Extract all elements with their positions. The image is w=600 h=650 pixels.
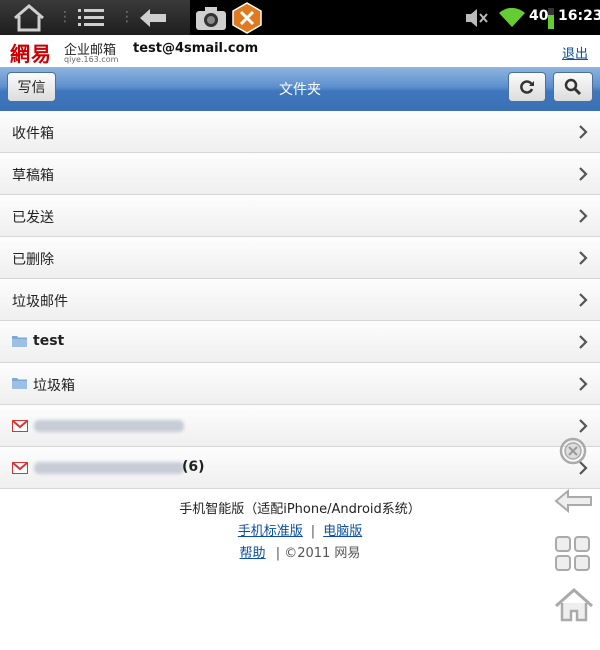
menu-list-icon[interactable] [74,3,108,33]
folder-icon [12,336,27,347]
folder-test[interactable]: test [0,321,600,363]
logout-link[interactable]: 退出 [562,43,588,62]
camera-icon [196,7,226,30]
mute-icon [466,9,488,27]
refresh-icon [520,80,534,94]
folder-label: 已发送 [12,210,54,226]
nav-separator: ⋮ [58,9,72,25]
app-header: 網易 企业邮箱 qiye.163.com test@4smail.com 退出 [0,35,600,67]
chevron-right-icon [579,125,588,139]
close-circle-icon[interactable] [553,434,593,468]
footer: 手机智能版（适配iPhone/Android系统） 手机标准版 | 电脑版 帮助 |… [0,500,600,566]
chevron-right-icon [579,419,588,433]
chevron-right-icon [579,251,588,265]
folder-drafts[interactable]: 草稿箱 [0,153,600,195]
system-nav-area: ⋮ ⋮ [0,0,190,35]
folder-trash[interactable]: 垃圾箱 [0,363,600,405]
folder-icon [12,378,27,389]
search-button[interactable] [553,72,593,102]
redacted-account-name [34,420,184,432]
nav-separator: ⋮ [120,9,134,25]
gmail-icon [12,462,28,474]
chevron-right-icon [579,167,588,181]
wifi-icon [499,7,525,27]
home-icon[interactable] [12,3,46,33]
home-icon[interactable] [553,586,595,624]
folder-label: test [33,333,65,349]
copyright: | ©2011 网易 [275,546,361,561]
title-toolbar: 写信 文件夹 [0,67,600,112]
unread-count: (6) [182,459,205,475]
logo-text: 網易 [10,42,52,66]
apps-grid-icon[interactable] [553,534,593,574]
divider: | [310,524,316,539]
help-row: 帮助 | ©2011 网易 [0,544,600,566]
external-account-1[interactable] [0,405,600,447]
clock: 16:23 [558,8,600,24]
chevron-right-icon [579,209,588,223]
account-email: test@4smail.com [133,41,259,56]
folder-deleted[interactable]: 已删除 [0,237,600,279]
folder-label: 垃圾箱 [33,378,75,394]
desktop-version-link[interactable]: 电脑版 [323,524,362,539]
folder-list: 收件箱 草稿箱 已发送 已删除 垃圾邮件 test 垃圾箱 (6) [0,111,600,489]
folder-spam[interactable]: 垃圾邮件 [0,279,600,321]
back-arrow-icon[interactable] [553,486,595,516]
gmail-icon [12,420,28,432]
help-link[interactable]: 帮助 [240,546,266,561]
version-text: 手机智能版（适配iPhone/Android系统） [179,502,421,517]
standard-version-link[interactable]: 手机标准版 [238,524,303,539]
folder-label: 草稿箱 [12,168,54,184]
folder-label: 收件箱 [12,126,54,142]
chevron-right-icon [579,377,588,391]
status-bar: ⋮ ⋮ 40 16:23 [0,0,600,35]
refresh-button[interactable] [508,72,546,102]
version-links: 手机标准版 | 电脑版 [0,522,600,544]
redacted-account-name [34,462,184,474]
folder-label: 垃圾邮件 [12,294,68,310]
back-arrow-icon[interactable] [136,3,170,33]
folder-inbox[interactable]: 收件箱 [0,111,600,153]
chevron-right-icon [579,293,588,307]
folder-sent[interactable]: 已发送 [0,195,600,237]
tools-icon [232,2,262,34]
logo-domain: qiye.163.com [64,55,119,64]
folder-label: 已删除 [12,252,54,268]
battery-level: 40 [529,8,549,24]
search-icon [564,78,582,96]
battery-icon [548,8,554,29]
external-account-2[interactable]: (6) [0,447,600,489]
chevron-right-icon [579,335,588,349]
